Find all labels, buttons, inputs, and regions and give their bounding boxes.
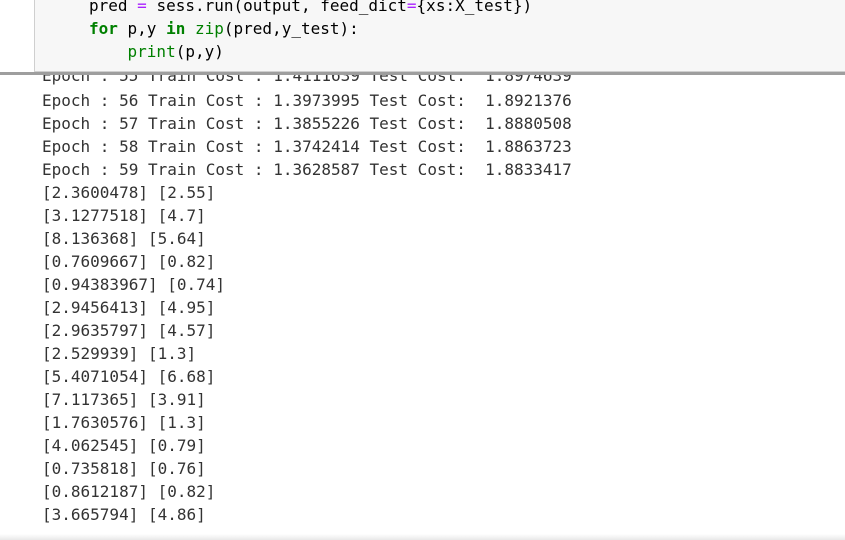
prediction-pair-line: [0.735818] [0.76] (42, 459, 206, 478)
epoch-line: Epoch : 59 Train Cost : 1.3628587 Test C… (42, 160, 572, 179)
code-operator: = (406, 0, 417, 15)
epoch-line: Epoch : 57 Train Cost : 1.3855226 Test C… (42, 114, 572, 133)
prediction-pair-line: [2.9456413] [4.95] (42, 298, 216, 317)
cell-divider (0, 72, 845, 75)
prediction-pair-line: [2.529939] [1.3] (42, 344, 197, 363)
epoch-line: Epoch : 56 Train Cost : 1.3973995 Test C… (42, 91, 572, 110)
code-token: (p,y) (175, 42, 224, 61)
prediction-pair-line: [4.062545] [0.79] (42, 436, 206, 455)
page-bottom-edge (0, 534, 845, 540)
code-builtin: zip (194, 19, 224, 38)
prediction-pair-line: [8.136368] [5.64] (42, 229, 206, 248)
code-keyword: for (89, 19, 118, 38)
prediction-pair-line: [5.4071054] [6.68] (42, 367, 216, 386)
epoch-line: Epoch : 58 Train Cost : 1.3742414 Test C… (42, 137, 572, 156)
code-operator: = (137, 0, 147, 15)
code-line-3: print(p,y) (89, 41, 224, 63)
code-line-2: for p,y in zip(pred,y_test): (89, 18, 359, 40)
code-token: p,y (117, 19, 167, 38)
prediction-pair-line: [2.9635797] [4.57] (42, 321, 216, 340)
prediction-pair-line: [3.665794] [4.86] (42, 505, 206, 524)
code-token: (pred,y_test): (223, 19, 359, 38)
code-token: pred (89, 0, 138, 15)
code-builtin: print (127, 42, 176, 61)
code-token: {xs:X_test}) (416, 0, 533, 15)
prediction-pair-line: [0.94383967] [0.74] (42, 275, 226, 294)
prediction-pair-line: [0.7609667] [0.82] (42, 252, 216, 271)
code-cell-input[interactable]: pred = sess.run(output, feed_dict={xs:X_… (34, 0, 845, 72)
prediction-pair-line: [1.7630576] [1.3] (42, 413, 206, 432)
prediction-pair-line: [0.8612187] [0.82] (42, 482, 216, 501)
code-token: sess.run(output, feed_dict (146, 0, 407, 15)
prediction-pair-line: [7.117365] [3.91] (42, 390, 206, 409)
prediction-pair-line: [2.3600478] [2.55] (42, 183, 216, 202)
code-line-1: pred = sess.run(output, feed_dict={xs:X_… (89, 0, 532, 17)
prediction-pair-line: [3.1277518] [4.7] (42, 206, 206, 225)
code-keyword: in (166, 19, 186, 38)
